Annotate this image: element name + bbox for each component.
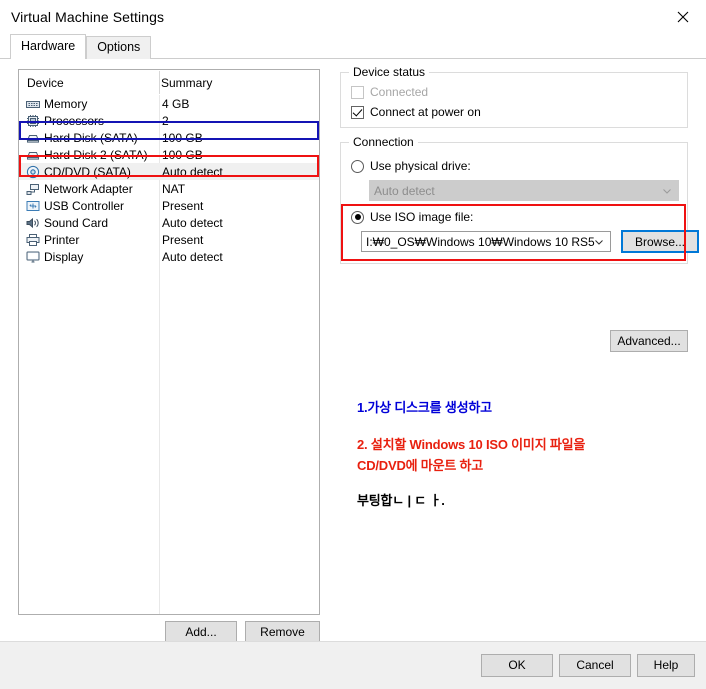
device-summary-cell: Auto detect	[162, 215, 223, 230]
connected-checkbox-row[interactable]: Connected	[351, 85, 428, 99]
memory-icon	[25, 97, 41, 111]
hard-disk-icon	[25, 148, 41, 162]
device-label: CD/DVD (SATA)	[44, 164, 131, 179]
device-label: Printer	[44, 232, 80, 247]
content-area: Device Summary Memory 4 GB Processors 2 Hard…	[0, 59, 706, 643]
device-name-cell: Memory	[19, 97, 159, 111]
device-label: Hard Disk (SATA)	[44, 130, 138, 145]
device-row-printer[interactable]: Printer Present	[19, 231, 319, 248]
connect-at-power-on-checkbox[interactable]	[351, 105, 364, 119]
device-name-cell: Printer	[19, 233, 159, 247]
cancel-button[interactable]: Cancel	[559, 654, 631, 677]
usb-controller-icon	[25, 199, 41, 213]
device-name-cell: Display	[19, 250, 159, 264]
use-iso-image-label: Use ISO image file:	[370, 210, 474, 224]
device-row-display[interactable]: Display Auto detect	[19, 248, 319, 265]
device-label: Sound Card	[44, 215, 109, 230]
display-icon	[25, 250, 41, 264]
device-summary-cell: NAT	[162, 181, 186, 196]
network-adapter-icon	[25, 182, 41, 196]
connection-title: Connection	[349, 135, 418, 149]
use-physical-drive-label: Use physical drive:	[370, 159, 471, 173]
annotation-step-1: 1.가상 디스크를 생성하고	[357, 400, 492, 415]
chevron-down-icon	[595, 239, 603, 245]
device-row-usb-controller[interactable]: USB Controller Present	[19, 197, 319, 214]
device-summary-cell: 100 GB	[162, 147, 203, 162]
connected-checkbox[interactable]	[351, 85, 364, 99]
device-name-cell: Sound Card	[19, 216, 159, 230]
device-rows: Memory 4 GB Processors 2 Hard Disk (SATA) 100…	[19, 95, 319, 265]
device-label: Memory	[44, 96, 88, 111]
iso-path-combo[interactable]: I:₩0_OS₩Windows 10₩Windows 10 RS5	[361, 231, 611, 252]
close-button[interactable]	[660, 2, 706, 32]
device-summary-cell: 100 GB	[162, 130, 203, 145]
device-row-network-adapter[interactable]: Network Adapter NAT	[19, 180, 319, 197]
device-summary-cell: 2	[162, 113, 169, 128]
device-name-cell: Network Adapter	[19, 182, 159, 196]
window-title: Virtual Machine Settings	[11, 8, 165, 25]
device-name-cell: Hard Disk (SATA)	[19, 131, 159, 145]
printer-icon	[25, 233, 41, 247]
help-button[interactable]: Help	[637, 654, 695, 677]
annotation-closing: 부팅합ㄴ | ㄷ ㅏ.	[357, 493, 445, 508]
browse-button[interactable]: Browse...	[621, 230, 699, 253]
device-list-panel[interactable]: Device Summary Memory 4 GB Processors 2 Hard…	[18, 69, 320, 615]
device-label: USB Controller	[44, 198, 125, 213]
device-row-hard-disk-2-sata[interactable]: Hard Disk 2 (SATA) 100 GB	[19, 146, 319, 163]
chevron-down-icon	[663, 188, 671, 194]
device-row-memory[interactable]: Memory 4 GB	[19, 95, 319, 112]
device-summary-cell: 4 GB	[162, 96, 190, 111]
column-header-device: Device	[27, 75, 64, 90]
connect-at-power-on-label: Connect at power on	[370, 105, 481, 119]
device-row-cd-dvd-sata[interactable]: CD/DVD (SATA) Auto detect	[19, 163, 319, 180]
device-summary-cell: Present	[162, 232, 204, 247]
footer-bar: OK Cancel Help	[0, 642, 706, 689]
tab-strip: Hardware Options	[0, 34, 706, 59]
tab-hardware[interactable]: Hardware	[10, 34, 87, 59]
device-row-processors[interactable]: Processors 2	[19, 112, 319, 129]
device-status-title: Device status	[349, 65, 430, 79]
ok-button[interactable]: OK	[481, 654, 553, 677]
device-list-header: Device Summary	[19, 70, 319, 95]
use-iso-image-row[interactable]: Use ISO image file:	[351, 210, 473, 224]
annotation-step-2-line-1: 2. 설치할 Windows 10 ISO 이미지 파일을	[357, 437, 586, 452]
add-button[interactable]: Add...	[165, 621, 237, 643]
use-physical-drive-row[interactable]: Use physical drive:	[351, 159, 471, 173]
device-row-hard-disk-sata[interactable]: Hard Disk (SATA) 100 GB	[19, 129, 319, 146]
device-summary-cell: Auto detect	[162, 249, 223, 264]
physical-drive-value: Auto detect	[374, 183, 435, 198]
device-summary-cell: Present	[162, 198, 204, 213]
header-column-divider	[159, 71, 160, 94]
device-status-group: Device status Connected Connect at power…	[340, 65, 688, 128]
connect-at-power-on-row[interactable]: Connect at power on	[351, 105, 481, 119]
tab-options[interactable]: Options	[86, 36, 152, 59]
use-iso-image-radio[interactable]	[351, 210, 364, 224]
title-bar: Virtual Machine Settings	[0, 0, 706, 33]
processor-icon	[25, 114, 41, 128]
device-row-sound-card[interactable]: Sound Card Auto detect	[19, 214, 319, 231]
physical-drive-combo[interactable]: Auto detect	[369, 180, 679, 201]
column-header-summary: Summary	[161, 75, 213, 90]
sound-card-icon	[25, 216, 41, 230]
annotation-step-2-line-2: CD/DVD에 마운트 하고	[357, 458, 484, 473]
device-name-cell: Processors	[19, 114, 159, 128]
device-label: Processors	[44, 113, 105, 128]
device-name-cell: USB Controller	[19, 199, 159, 213]
device-name-cell: CD/DVD (SATA)	[19, 165, 159, 179]
cd-dvd-icon	[25, 165, 41, 179]
device-name-cell: Hard Disk 2 (SATA)	[19, 148, 159, 162]
remove-button[interactable]: Remove	[245, 621, 320, 643]
iso-path-value: I:₩0_OS₩Windows 10₩Windows 10 RS5	[366, 234, 595, 249]
close-icon	[677, 11, 689, 22]
connection-group: Connection Use physical drive: Auto dete…	[340, 135, 699, 264]
advanced-button[interactable]: Advanced...	[610, 330, 688, 352]
connected-label: Connected	[370, 85, 429, 99]
device-label: Display	[44, 249, 84, 264]
device-label: Hard Disk 2 (SATA)	[44, 147, 148, 162]
device-summary-cell: Auto detect	[162, 164, 223, 179]
use-physical-drive-radio[interactable]	[351, 159, 364, 173]
hard-disk-icon	[25, 131, 41, 145]
device-label: Network Adapter	[44, 181, 133, 196]
